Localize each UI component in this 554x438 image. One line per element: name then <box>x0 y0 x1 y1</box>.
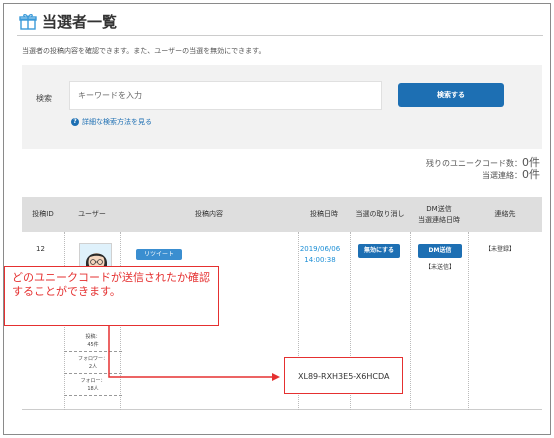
header-content: 投稿内容 <box>195 210 223 218</box>
stat-posts-label: 投稿： <box>85 334 101 340</box>
post-date-day: 2019/06/06 <box>299 245 341 253</box>
winner-count-label: 当選連絡： <box>482 171 522 180</box>
title-divider <box>17 35 543 36</box>
retweet-badge: リツイート <box>136 249 182 260</box>
stat-posts-value: 45件 <box>87 342 99 348</box>
dm-status: 【未送信】 <box>424 264 455 271</box>
question-icon: ? <box>71 118 79 126</box>
search-help-label: 詳細な検索方法を見る <box>82 118 152 126</box>
search-panel: 検索 検索する ? 詳細な検索方法を見る <box>22 65 542 149</box>
column-divider <box>468 232 469 410</box>
stat-following-value: 18人 <box>87 386 99 392</box>
search-button[interactable]: 検索する <box>398 83 504 107</box>
stat-posts: 投稿： 45件 <box>64 330 122 352</box>
table-header: 投稿ID ユーザー 投稿内容 投稿日時 当選の取り消し DM送信 当選連絡日時 … <box>22 197 542 232</box>
page-title: 当選者一覧 <box>42 12 118 31</box>
header-dm-line1: DM送信 <box>426 204 452 213</box>
winner-notice-count: 当選連絡：0件 <box>482 166 540 182</box>
column-divider <box>410 232 411 410</box>
header-dm: DM送信 当選連絡日時 <box>410 197 468 232</box>
stat-followers-label: フォロワー： <box>77 356 108 362</box>
page-header: 当選者一覧 <box>19 10 117 32</box>
search-input[interactable] <box>69 81 382 110</box>
stat-following-label: フォロー： <box>80 378 106 384</box>
header-contact: 連絡先 <box>494 210 516 218</box>
invalidate-button[interactable]: 無効にする <box>358 244 400 258</box>
header-dm-line2: 当選連絡日時 <box>418 215 460 224</box>
unique-code-value: XL89-RXH3E5-X6HCDA <box>298 372 390 381</box>
search-label: 検索 <box>36 94 52 103</box>
contact-cell: 【未登録】 <box>484 246 515 253</box>
header-post-date: 投稿日時 <box>310 210 338 218</box>
header-user: ユーザー <box>78 210 106 218</box>
dm-send-button[interactable]: DM送信 <box>418 244 462 258</box>
post-date-time: 14:00:38 <box>304 256 336 264</box>
stat-following: フォロー： 18人 <box>64 374 122 396</box>
winner-count-value: 0件 <box>522 168 540 181</box>
header-cancel: 当選の取り消し <box>355 210 405 218</box>
post-date-cell[interactable]: 2019/06/06 14:00:38 <box>294 244 346 266</box>
search-help-link[interactable]: ? 詳細な検索方法を見る <box>71 117 152 127</box>
stat-followers-value: 2人 <box>88 364 98 370</box>
header-post-id: 投稿ID <box>32 210 54 218</box>
unique-code-highlight: XL89-RXH3E5-X6HCDA <box>284 357 403 394</box>
gift-icon <box>19 14 37 30</box>
page-description: 当選者の投稿内容を確認できます。また、ユーザーの当選を無効にできます。 <box>22 47 266 55</box>
annotation-callout: どのユニークコードが送信されたか確認することができます。 <box>4 266 219 326</box>
user-stats: 投稿： 45件 フォロワー： 2人 フォロー： 18人 <box>64 330 122 396</box>
stat-followers: フォロワー： 2人 <box>64 352 122 374</box>
post-id-cell: 12 <box>36 245 45 253</box>
